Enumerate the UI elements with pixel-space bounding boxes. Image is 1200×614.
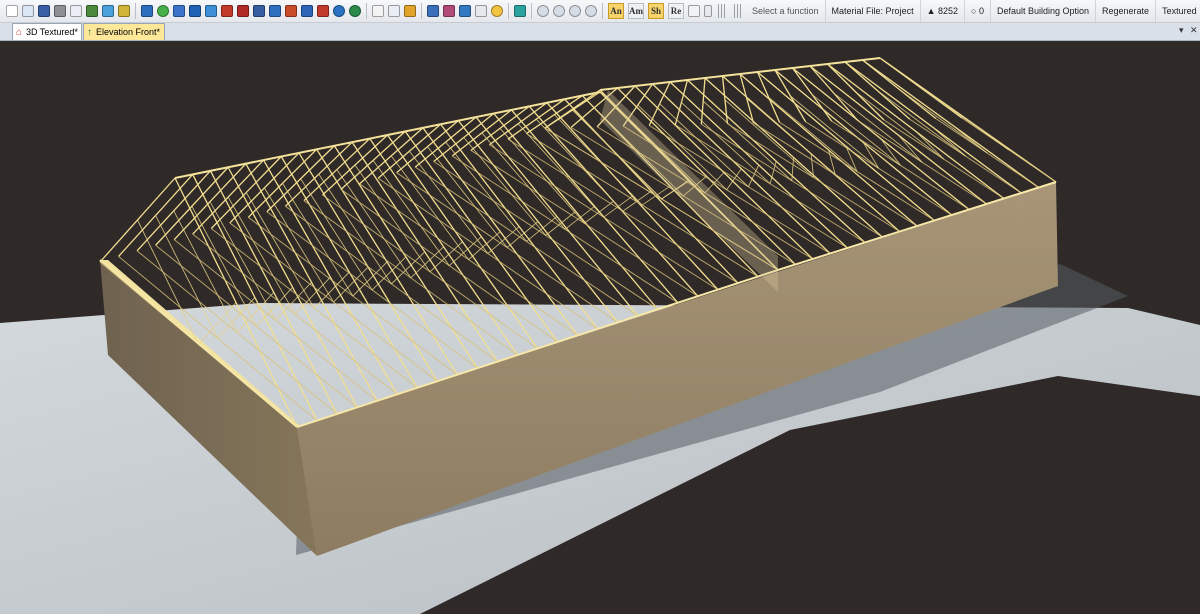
toolbar-separator: [421, 3, 422, 19]
tab-list-dropdown-icon[interactable]: ▾: [1179, 25, 1184, 36]
zero-count: ○ 0: [964, 0, 990, 22]
folder-icon[interactable]: [404, 5, 416, 17]
tab-label: 3D Textured*: [26, 26, 78, 37]
print-icon[interactable]: [54, 5, 66, 17]
dropdown-arrow-icon[interactable]: [704, 5, 712, 17]
main-toolbar: An Am Sh Re Select a function Material F…: [0, 0, 1200, 23]
move-icon[interactable]: [253, 5, 265, 17]
shadows-toggle-button[interactable]: Sh: [648, 3, 664, 19]
tab-elevation-front[interactable]: ↑ Elevation Front*: [83, 23, 165, 40]
panel-icon[interactable]: [514, 5, 526, 17]
reflections-toggle-button[interactable]: Re: [668, 3, 684, 19]
triangle-count: ▲ 8252: [919, 0, 964, 22]
toolbar-icon-group: An Am Sh Re: [0, 0, 746, 22]
material-icon[interactable]: [173, 5, 185, 17]
camera-icon[interactable]: [141, 5, 153, 17]
window-icon[interactable]: [372, 5, 384, 17]
annotations-toggle-button[interactable]: An: [608, 3, 624, 19]
ambient-toggle-button[interactable]: Am: [628, 3, 644, 19]
new-file-icon[interactable]: [6, 5, 18, 17]
toolbar-separator: [366, 3, 367, 19]
application-window: An Am Sh Re Select a function Material F…: [0, 0, 1200, 614]
save-icon[interactable]: [38, 5, 50, 17]
3d-viewport[interactable]: [0, 41, 1200, 614]
undo-icon[interactable]: [333, 5, 345, 17]
hammer-icon[interactable]: [427, 5, 439, 17]
split-view-icon[interactable]: [388, 5, 400, 17]
fit-view-icon[interactable]: [688, 5, 700, 17]
toolbar-separator: [531, 3, 532, 19]
find-icon[interactable]: [118, 5, 130, 17]
render-mode-dropdown[interactable]: Textured: [1155, 0, 1200, 22]
arrow-up-icon: ↑: [87, 26, 92, 38]
mirror-icon[interactable]: [301, 5, 313, 17]
transfer-icon[interactable]: [459, 5, 471, 17]
sphere-icon[interactable]: [157, 5, 169, 17]
open-icon[interactable]: [22, 5, 34, 17]
eraser-icon[interactable]: [237, 5, 249, 17]
material-file-label[interactable]: Material File: Project: [824, 0, 920, 22]
grid-icon[interactable]: [475, 5, 487, 17]
zoom-in-icon[interactable]: [553, 5, 565, 17]
rotate-icon[interactable]: [285, 5, 297, 17]
paint-icon[interactable]: [443, 5, 455, 17]
toolbar-separator: [135, 3, 136, 19]
undo-history-icon[interactable]: [102, 5, 114, 17]
toolbar-separator: [508, 3, 509, 19]
layers-icon[interactable]: [86, 5, 98, 17]
copy-icon[interactable]: [269, 5, 281, 17]
redo-icon[interactable]: [349, 5, 361, 17]
tab-3d-textured[interactable]: ⌂ 3D Textured*: [12, 23, 82, 40]
trim-icon[interactable]: [221, 5, 233, 17]
building-option-dropdown[interactable]: Default Building Option: [989, 0, 1095, 22]
close-tab-icon[interactable]: ✕: [1190, 25, 1198, 36]
3d-scene: [0, 41, 1200, 614]
print-preview-icon[interactable]: [70, 5, 82, 17]
zoom-extents-icon[interactable]: [585, 5, 597, 17]
view-tab-bar: ⌂ 3D Textured* ↑ Elevation Front* ▾ ✕: [0, 23, 1200, 41]
toolbar-grip[interactable]: [718, 4, 726, 18]
connect-icon[interactable]: [205, 5, 217, 17]
break-icon[interactable]: [317, 5, 329, 17]
tab-label: Elevation Front*: [96, 26, 161, 37]
select-icon[interactable]: [189, 5, 201, 17]
zoom-icon[interactable]: [537, 5, 549, 17]
toolbar-separator: [602, 3, 603, 19]
regenerate-button[interactable]: Regenerate: [1095, 0, 1155, 22]
zoom-out-icon[interactable]: [569, 5, 581, 17]
toolbar-grip[interactable]: [734, 4, 742, 18]
sun-icon[interactable]: [491, 5, 503, 17]
house-icon: ⌂: [16, 26, 23, 38]
function-hint: Select a function: [752, 6, 819, 16]
